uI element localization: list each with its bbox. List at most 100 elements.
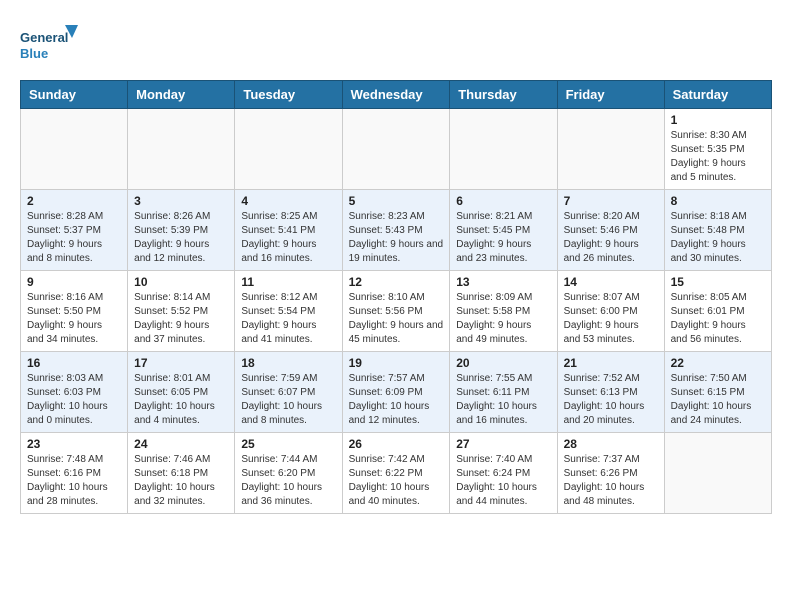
calendar-cell: 26 Sunrise: 7:42 AM Sunset: 6:22 PM Dayli…: [342, 433, 450, 514]
day-info: Sunrise: 7:40 AM Sunset: 6:24 PM Dayligh…: [456, 453, 550, 509]
day-info: Sunrise: 8:07 AM Sunset: 6:00 PM Dayligh…: [564, 291, 658, 347]
calendar-cell: 11 Sunrise: 8:12 AM Sunset: 5:54 PM Dayli…: [235, 271, 342, 352]
calendar-cell: 15 Sunrise: 8:05 AM Sunset: 6:01 PM Dayli…: [664, 271, 771, 352]
day-info: Sunrise: 7:44 AM Sunset: 6:20 PM Dayligh…: [241, 453, 335, 509]
day-number: 19: [349, 356, 444, 370]
calendar-week-4: 16 Sunrise: 8:03 AM Sunset: 6:03 PM Dayli…: [21, 352, 772, 433]
calendar-cell: 14 Sunrise: 8:07 AM Sunset: 6:00 PM Dayli…: [557, 271, 664, 352]
calendar-cell: 8Sunrise: 8:18 AM Sunset: 5:48 PM Daylig…: [664, 190, 771, 271]
calendar-cell: 13Sunrise: 8:09 AM Sunset: 5:58 PM Dayli…: [450, 271, 557, 352]
weekday-header-monday: Monday: [128, 81, 235, 109]
day-info: Sunrise: 7:59 AM Sunset: 6:07 PM Dayligh…: [241, 372, 335, 428]
day-info: Sunrise: 7:37 AM Sunset: 6:26 PM Dayligh…: [564, 453, 658, 509]
day-info: Sunrise: 7:50 AM Sunset: 6:15 PM Dayligh…: [671, 372, 765, 428]
day-info: Sunrise: 8:20 AM Sunset: 5:46 PM Dayligh…: [564, 210, 658, 266]
day-info: Sunrise: 8:26 AM Sunset: 5:39 PM Dayligh…: [134, 210, 228, 266]
day-number: 21: [564, 356, 658, 370]
calendar-cell: 3 Sunrise: 8:26 AM Sunset: 5:39 PM Daylig…: [128, 190, 235, 271]
day-number: 24: [134, 437, 228, 451]
calendar-cell: [342, 109, 450, 190]
day-number: 3: [134, 194, 228, 208]
day-info: Sunrise: 8:23 AM Sunset: 5:43 PM Dayligh…: [349, 210, 444, 266]
calendar-cell: 17 Sunrise: 8:01 AM Sunset: 6:05 PM Dayli…: [128, 352, 235, 433]
calendar-week-2: 2 Sunrise: 8:28 AM Sunset: 5:37 PM Daylig…: [21, 190, 772, 271]
calendar-week-3: 9 Sunrise: 8:16 AM Sunset: 5:50 PM Daylig…: [21, 271, 772, 352]
day-number: 22: [671, 356, 765, 370]
day-number: 23: [27, 437, 121, 451]
day-info: Sunrise: 7:52 AM Sunset: 6:13 PM Dayligh…: [564, 372, 658, 428]
calendar-week-5: 23 Sunrise: 7:48 AM Sunset: 6:16 PM Dayli…: [21, 433, 772, 514]
calendar-cell: 12 Sunrise: 8:10 AM Sunset: 5:56 PM Dayli…: [342, 271, 450, 352]
weekday-header-saturday: Saturday: [664, 81, 771, 109]
day-number: 5: [349, 194, 444, 208]
calendar-cell: 6 Sunrise: 8:21 AM Sunset: 5:45 PM Daylig…: [450, 190, 557, 271]
calendar-cell: 16 Sunrise: 8:03 AM Sunset: 6:03 PM Dayli…: [21, 352, 128, 433]
day-number: 14: [564, 275, 658, 289]
calendar-header-row: SundayMondayTuesdayWednesdayThursdayFrid…: [21, 81, 772, 109]
day-number: 1: [671, 113, 765, 127]
svg-text:Blue: Blue: [20, 46, 48, 61]
day-info: Sunrise: 8:14 AM Sunset: 5:52 PM Dayligh…: [134, 291, 228, 347]
calendar-cell: 1 Sunrise: 8:30 AM Sunset: 5:35 PM Daylig…: [664, 109, 771, 190]
calendar-cell: 24Sunrise: 7:46 AM Sunset: 6:18 PM Dayli…: [128, 433, 235, 514]
day-number: 4: [241, 194, 335, 208]
calendar-week-1: 1 Sunrise: 8:30 AM Sunset: 5:35 PM Daylig…: [21, 109, 772, 190]
calendar-cell: 27 Sunrise: 7:40 AM Sunset: 6:24 PM Dayli…: [450, 433, 557, 514]
day-info: Sunrise: 8:03 AM Sunset: 6:03 PM Dayligh…: [27, 372, 121, 428]
day-info: Sunrise: 8:05 AM Sunset: 6:01 PM Dayligh…: [671, 291, 765, 347]
day-number: 20: [456, 356, 550, 370]
day-info: Sunrise: 8:30 AM Sunset: 5:35 PM Dayligh…: [671, 129, 765, 185]
calendar-cell: 4Sunrise: 8:25 AM Sunset: 5:41 PM Daylig…: [235, 190, 342, 271]
calendar-cell: 19 Sunrise: 7:57 AM Sunset: 6:09 PM Dayli…: [342, 352, 450, 433]
logo-svg: GeneralBlue: [20, 20, 80, 70]
day-info: Sunrise: 8:10 AM Sunset: 5:56 PM Dayligh…: [349, 291, 444, 347]
calendar-cell: 23 Sunrise: 7:48 AM Sunset: 6:16 PM Dayli…: [21, 433, 128, 514]
day-info: Sunrise: 7:42 AM Sunset: 6:22 PM Dayligh…: [349, 453, 444, 509]
calendar-cell: 25Sunrise: 7:44 AM Sunset: 6:20 PM Dayli…: [235, 433, 342, 514]
day-info: Sunrise: 7:55 AM Sunset: 6:11 PM Dayligh…: [456, 372, 550, 428]
day-number: 16: [27, 356, 121, 370]
day-number: 7: [564, 194, 658, 208]
calendar-cell: 2 Sunrise: 8:28 AM Sunset: 5:37 PM Daylig…: [21, 190, 128, 271]
day-number: 10: [134, 275, 228, 289]
day-number: 2: [27, 194, 121, 208]
day-number: 13: [456, 275, 550, 289]
day-number: 11: [241, 275, 335, 289]
calendar-cell: [450, 109, 557, 190]
day-info: Sunrise: 8:16 AM Sunset: 5:50 PM Dayligh…: [27, 291, 121, 347]
day-info: Sunrise: 8:28 AM Sunset: 5:37 PM Dayligh…: [27, 210, 121, 266]
calendar-cell: 20 Sunrise: 7:55 AM Sunset: 6:11 PM Dayli…: [450, 352, 557, 433]
day-number: 15: [671, 275, 765, 289]
calendar-cell: 7 Sunrise: 8:20 AM Sunset: 5:46 PM Daylig…: [557, 190, 664, 271]
day-info: Sunrise: 8:01 AM Sunset: 6:05 PM Dayligh…: [134, 372, 228, 428]
calendar-cell: 9 Sunrise: 8:16 AM Sunset: 5:50 PM Daylig…: [21, 271, 128, 352]
day-number: 17: [134, 356, 228, 370]
calendar-cell: [128, 109, 235, 190]
weekday-header-tuesday: Tuesday: [235, 81, 342, 109]
day-info: Sunrise: 7:57 AM Sunset: 6:09 PM Dayligh…: [349, 372, 444, 428]
day-info: Sunrise: 8:21 AM Sunset: 5:45 PM Dayligh…: [456, 210, 550, 266]
weekday-header-thursday: Thursday: [450, 81, 557, 109]
page-header: GeneralBlue: [20, 20, 772, 70]
calendar-cell: [235, 109, 342, 190]
day-number: 26: [349, 437, 444, 451]
day-number: 6: [456, 194, 550, 208]
logo: GeneralBlue: [20, 20, 80, 70]
day-number: 27: [456, 437, 550, 451]
weekday-header-wednesday: Wednesday: [342, 81, 450, 109]
calendar-cell: 10 Sunrise: 8:14 AM Sunset: 5:52 PM Dayli…: [128, 271, 235, 352]
day-number: 12: [349, 275, 444, 289]
day-number: 8: [671, 194, 765, 208]
day-number: 28: [564, 437, 658, 451]
calendar-cell: 28 Sunrise: 7:37 AM Sunset: 6:26 PM Dayli…: [557, 433, 664, 514]
calendar-table: SundayMondayTuesdayWednesdayThursdayFrid…: [20, 80, 772, 514]
calendar-cell: 5 Sunrise: 8:23 AM Sunset: 5:43 PM Daylig…: [342, 190, 450, 271]
day-info: Sunrise: 7:48 AM Sunset: 6:16 PM Dayligh…: [27, 453, 121, 509]
day-info: Sunrise: 8:12 AM Sunset: 5:54 PM Dayligh…: [241, 291, 335, 347]
weekday-header-friday: Friday: [557, 81, 664, 109]
calendar-cell: 21 Sunrise: 7:52 AM Sunset: 6:13 PM Dayli…: [557, 352, 664, 433]
calendar-cell: [664, 433, 771, 514]
day-number: 18: [241, 356, 335, 370]
calendar-cell: [21, 109, 128, 190]
day-number: 9: [27, 275, 121, 289]
